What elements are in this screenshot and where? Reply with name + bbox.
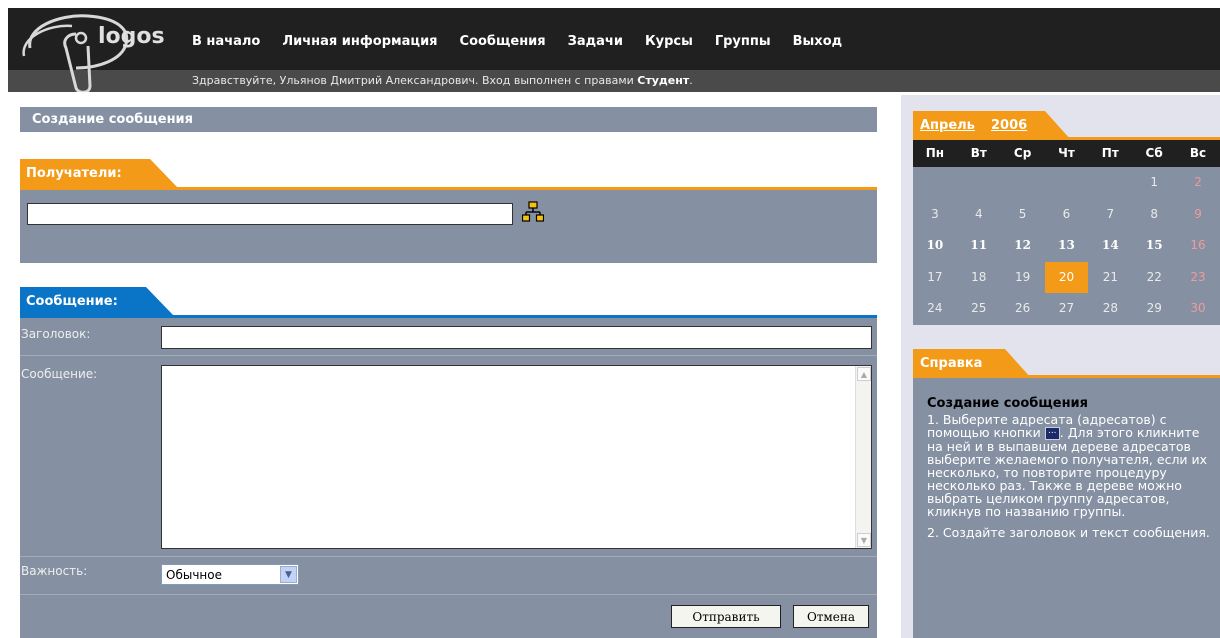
calendar-tab: Апрель 2006 <box>913 111 1220 140</box>
calendar-day[interactable]: 15 <box>1132 230 1176 261</box>
calendar-day[interactable]: 1 <box>1132 167 1176 198</box>
calendar-day[interactable]: 10 <box>913 230 957 261</box>
main-content: Создание сообщения Получатели: Сообщение… <box>8 95 896 638</box>
logo-text: logos <box>98 24 165 49</box>
calendar-day[interactable]: 21 <box>1088 262 1132 293</box>
greeting-role: Студент <box>637 74 690 87</box>
calendar-day[interactable]: 8 <box>1132 199 1176 230</box>
calendar-weekday: Вс <box>1189 146 1207 160</box>
nav-personal-info[interactable]: Личная информация <box>282 34 437 54</box>
nav-logout[interactable]: Выход <box>793 34 842 54</box>
calendar-weekday: Вт <box>970 146 987 160</box>
message-tab-label: Сообщение: <box>26 294 118 309</box>
calendar-day[interactable]: 2 <box>1176 167 1220 198</box>
help-panel: Создание сообщения 1. Выберите адресата … <box>913 378 1220 638</box>
importance-label: Важность: <box>21 564 88 578</box>
scroll-down-icon[interactable]: ▼ <box>857 533 871 547</box>
nav-groups[interactable]: Группы <box>715 34 771 54</box>
calendar-weekday: Пт <box>1101 146 1119 160</box>
help-step-2: 2. Создайте заголовок и текст сообщения. <box>927 525 1210 540</box>
calendar-weekday: Пн <box>925 146 945 160</box>
calendar-day[interactable]: 26 <box>1001 293 1045 324</box>
header: logos В начало Личная информация Сообщен… <box>0 0 1220 95</box>
help-title: Создание сообщения <box>927 396 1089 411</box>
calendar-year-link[interactable]: 2006 <box>991 118 1027 133</box>
importance-selected-value: Обычное <box>166 568 222 582</box>
calendar-day[interactable]: 13 <box>1045 230 1089 261</box>
calendar-day-today[interactable]: 20 <box>1044 261 1089 293</box>
help-step-1: 1. Выберите адресата (адресатов) с помощ… <box>927 413 1210 518</box>
recipients-input[interactable] <box>27 203 513 225</box>
row-divider <box>20 594 877 595</box>
row-divider <box>20 355 877 356</box>
body-label: Сообщение: <box>21 367 98 381</box>
help-step-1-after: . Для этого кликните на ней и в выпавшем… <box>927 425 1208 519</box>
recipients-tab: Получатели: <box>20 159 877 188</box>
recipients-tab-label: Получатели: <box>26 166 122 181</box>
message-panel: Заголовок: Сообщение: ▲ ▼ Важность: Обыч… <box>20 318 877 638</box>
greeting-text: Здравствуйте, Ульянов Дмитрий Александро… <box>192 74 634 87</box>
calendar-day[interactable]: 12 <box>1001 230 1045 261</box>
calendar-day[interactable]: 9 <box>1176 199 1220 230</box>
row-divider <box>20 556 877 557</box>
cancel-button[interactable]: Отмена <box>793 605 869 628</box>
calendar-day[interactable]: 23 <box>1176 262 1220 293</box>
help-tab: Справка <box>913 349 1220 378</box>
sidebar: Апрель 2006 Пн Вт Ср Чт Пт Сб Вс 1 2 3 4 5 6 7 8 9 10 11… <box>901 95 1220 638</box>
calendar-day[interactable]: 17 <box>913 262 957 293</box>
calendar-day[interactable]: 28 <box>1088 293 1132 324</box>
calendar-day[interactable]: 18 <box>957 262 1001 293</box>
calendar-day[interactable]: 24 <box>913 293 957 324</box>
calendar-day[interactable]: 27 <box>1045 293 1089 324</box>
address-tree-icon[interactable] <box>522 201 544 223</box>
send-button[interactable]: Отправить <box>671 605 781 628</box>
nav-messages[interactable]: Сообщения <box>460 34 546 54</box>
scroll-up-icon[interactable]: ▲ <box>857 367 871 381</box>
greeting: Здравствуйте, Ульянов Дмитрий Александро… <box>192 74 693 87</box>
recipients-panel <box>20 190 877 263</box>
calendar-day[interactable]: 11 <box>957 230 1001 261</box>
greeting-suffix: . <box>689 74 693 87</box>
main-nav: В начало Личная информация Сообщения Зад… <box>192 34 842 54</box>
calendar-day[interactable]: 3 <box>913 199 957 230</box>
nav-home[interactable]: В начало <box>192 34 260 54</box>
calendar-day[interactable]: 29 <box>1132 293 1176 324</box>
calendar-weekday: Ср <box>1013 146 1032 160</box>
chevron-down-icon[interactable]: ▼ <box>280 566 297 583</box>
calendar-weekday: Сб <box>1145 146 1163 160</box>
subject-input[interactable] <box>161 326 872 349</box>
page: logos В начало Личная информация Сообщен… <box>0 0 1220 638</box>
calendar-day[interactable]: 25 <box>957 293 1001 324</box>
nav-courses[interactable]: Курсы <box>645 34 693 54</box>
subject-label: Заголовок: <box>21 327 91 341</box>
calendar-day[interactable]: 14 <box>1088 230 1132 261</box>
calendar-day[interactable]: 16 <box>1176 230 1220 261</box>
calendar-day[interactable]: 5 <box>1001 199 1045 230</box>
logo-icon[interactable] <box>18 10 168 92</box>
calendar-day[interactable]: 30 <box>1176 293 1220 324</box>
page-title: Создание сообщения <box>20 107 877 132</box>
calendar-weekday-header: Пн Вт Ср Чт Пт Сб Вс <box>913 140 1220 167</box>
calendar-month-link[interactable]: Апрель <box>920 118 975 133</box>
calendar-day[interactable]: 7 <box>1088 199 1132 230</box>
calendar-day[interactable]: 22 <box>1132 262 1176 293</box>
calendar-day[interactable]: 6 <box>1045 199 1089 230</box>
message-body-textarea[interactable] <box>161 365 872 549</box>
calendar-day[interactable]: 19 <box>1001 262 1045 293</box>
help-tab-label: Справка <box>920 356 983 371</box>
importance-select[interactable]: Обычное ▼ <box>161 564 299 585</box>
calendar-day[interactable]: 4 <box>957 199 1001 230</box>
textarea-scrollbar[interactable]: ▲ ▼ <box>855 366 871 548</box>
calendar-grid: 1 2 3 4 5 6 7 8 9 10 11 12 13 14 15 16 17 18 19 20 21 22 23 24 2… <box>913 167 1220 325</box>
message-tab: Сообщение: <box>20 287 877 316</box>
nav-tasks[interactable]: Задачи <box>568 34 623 54</box>
calendar-weekday: Чт <box>1058 146 1075 160</box>
